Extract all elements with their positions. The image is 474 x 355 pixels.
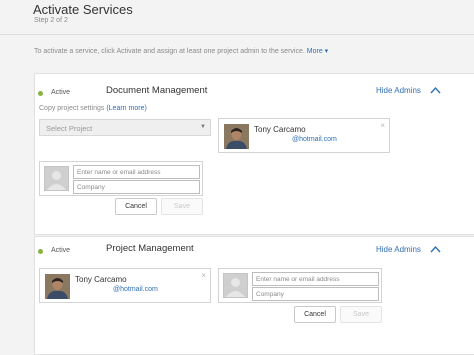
admin-name: Tony Carcamo [75, 275, 127, 284]
save-button[interactable]: Save [161, 198, 203, 215]
avatar [224, 124, 249, 149]
new-admin-form [39, 161, 203, 196]
service-card-document-management: Active Document Management Hide Admins C… [34, 73, 474, 235]
service-name: Project Management [106, 243, 194, 254]
admin-name: Tony Carcamo [254, 125, 306, 134]
page-title: Activate Services [33, 2, 133, 17]
page-header: Activate Services Step 2 of 2 [0, 0, 474, 35]
remove-admin-icon[interactable]: × [201, 271, 206, 280]
intro-text: To activate a service, click Activate an… [34, 47, 328, 55]
admin-email: @hotmail.com [113, 286, 158, 293]
chevron-up-icon[interactable] [430, 245, 441, 253]
admin-email-input[interactable] [252, 272, 379, 286]
avatar [45, 274, 70, 299]
new-admin-form [218, 268, 382, 303]
admin-card: Tony Carcamo @hotmail.com × [218, 118, 390, 153]
copy-settings-text: Copy project settings [39, 105, 105, 112]
learn-more-link[interactable]: (Learn more) [106, 105, 146, 112]
cancel-button[interactable]: Cancel [294, 306, 336, 323]
cancel-button[interactable]: Cancel [115, 198, 157, 215]
active-status-dot [38, 249, 43, 254]
company-input[interactable] [252, 287, 379, 301]
hide-admins-link[interactable]: Hide Admins [376, 245, 421, 254]
dropdown-arrow-icon: ▼ [200, 124, 206, 130]
active-status-dot [38, 91, 43, 96]
more-link[interactable]: More ▾ [307, 48, 328, 55]
admin-email-input[interactable] [73, 165, 200, 179]
save-button[interactable]: Save [340, 306, 382, 323]
intro-description: To activate a service, click Activate an… [34, 48, 305, 55]
remove-admin-icon[interactable]: × [380, 121, 385, 130]
status-label: Active [51, 89, 71, 96]
hide-admins-link[interactable]: Hide Admins [376, 86, 421, 95]
copy-project-settings-label: Copy project settings (Learn more) [39, 105, 147, 112]
admin-card: Tony Carcamo @hotmail.com × [39, 268, 211, 303]
select-project-value: Select Project [46, 124, 93, 133]
placeholder-avatar-icon [44, 166, 69, 191]
service-name: Document Management [106, 85, 208, 96]
company-input[interactable] [73, 180, 200, 194]
placeholder-avatar-icon [223, 273, 248, 298]
step-indicator: Step 2 of 2 [34, 17, 68, 24]
admin-email: @hotmail.com [292, 136, 337, 143]
select-project-dropdown[interactable]: Select Project ▼ [39, 119, 211, 136]
status-label: Active [51, 247, 71, 254]
service-card-project-management: Active Project Management Hide Admins To… [34, 236, 474, 355]
chevron-up-icon[interactable] [430, 86, 441, 94]
